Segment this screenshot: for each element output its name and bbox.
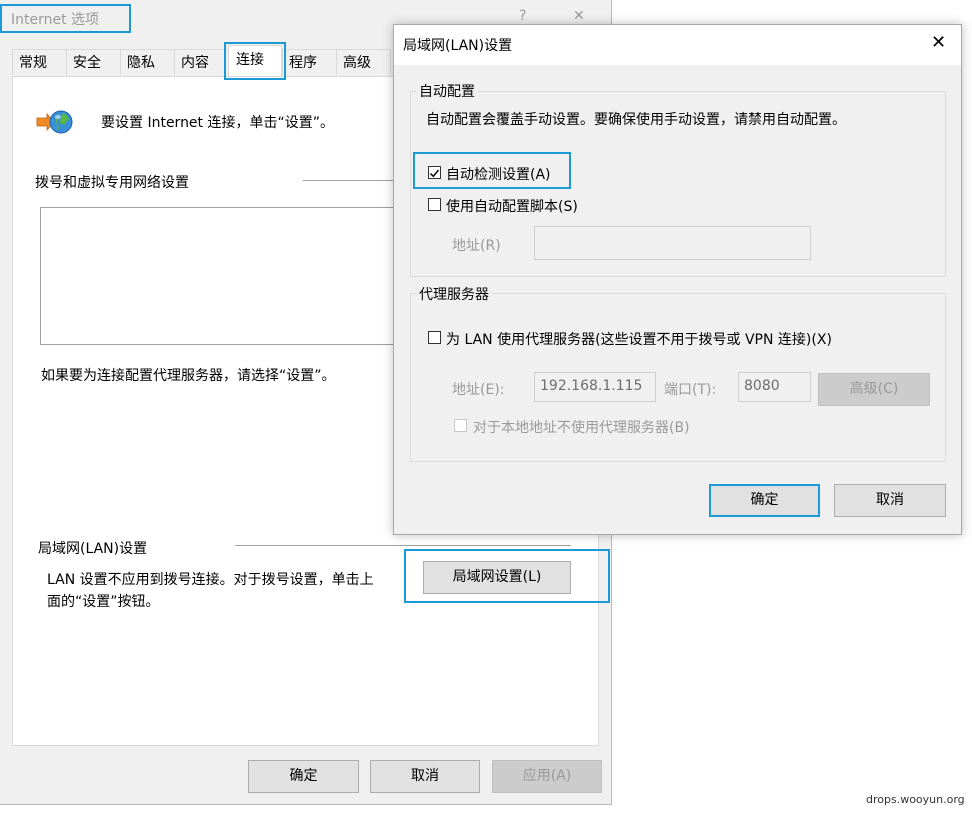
connection-list[interactable] xyxy=(40,207,400,345)
highlight-box xyxy=(413,152,571,189)
proxy-port-label: 端口(T): xyxy=(664,382,717,398)
proxy-address-input[interactable]: 192.168.1.115 xyxy=(534,372,656,402)
use-proxy-label[interactable]: 为 LAN 使用代理服务器(这些设置不用于拨号或 VPN 连接)(X) xyxy=(446,329,832,349)
dialog-title: 局域网(LAN)设置 xyxy=(403,38,513,54)
lan-cancel-button[interactable]: 取消 xyxy=(834,484,946,517)
lan-description-line1: LAN 设置不应用到拨号连接。对于拨号设置，单击上 xyxy=(47,572,374,588)
close-icon[interactable]: ✕ xyxy=(573,8,585,24)
bypass-local-checkbox[interactable] xyxy=(454,419,467,432)
script-address-label: 地址(R) xyxy=(452,238,501,254)
tab-advanced[interactable]: 高级 xyxy=(336,49,391,75)
use-proxy-checkbox[interactable] xyxy=(428,331,441,344)
proxy-hint-text: 如果要为连接配置代理服务器，请选择“设置”。 xyxy=(41,368,336,384)
dialog-titlebar: 局域网(LAN)设置 ✕ xyxy=(394,25,961,65)
help-button[interactable]: ? xyxy=(519,8,526,24)
advanced-button[interactable]: 高级(C) xyxy=(818,373,930,406)
tab-programs[interactable]: 程序 xyxy=(282,49,337,75)
auto-config-script-checkbox[interactable] xyxy=(428,198,441,211)
auto-config-description: 自动配置会覆盖手动设置。要确保使用手动设置，请禁用自动配置。 xyxy=(426,112,846,128)
watermark: drops.wooyun.org xyxy=(866,793,965,806)
cancel-button[interactable]: 取消 xyxy=(370,760,480,793)
auto-config-script-label[interactable]: 使用自动配置脚本(S) xyxy=(446,196,578,216)
proxy-server-legend: 代理服务器 xyxy=(416,284,492,304)
lan-section-title: 局域网(LAN)设置 xyxy=(38,541,148,557)
setup-instruction: 要设置 Internet 连接，单击“设置”。 xyxy=(101,115,334,131)
proxy-port-input[interactable]: 8080 xyxy=(738,372,811,402)
highlight-box xyxy=(224,42,286,80)
script-address-input[interactable] xyxy=(534,226,811,260)
globe-icon xyxy=(36,110,73,134)
proxy-address-label: 地址(E): xyxy=(452,382,505,398)
lan-settings-dialog: 局域网(LAN)设置 ✕ 自动配置 自动配置会覆盖手动设置。要确保使用手动设置，… xyxy=(393,24,962,535)
highlight-box xyxy=(0,4,131,33)
auto-config-legend: 自动配置 xyxy=(416,81,478,101)
dialup-section-title: 拨号和虚拟专用网络设置 xyxy=(35,175,189,191)
apply-button[interactable]: 应用(A) xyxy=(492,760,602,793)
divider xyxy=(235,545,571,546)
lan-ok-button[interactable]: 确定 xyxy=(709,484,820,517)
tab-general[interactable]: 常规 xyxy=(12,49,67,75)
tab-security[interactable]: 安全 xyxy=(66,49,121,75)
tab-content[interactable]: 内容 xyxy=(174,49,229,75)
bypass-local-label[interactable]: 对于本地地址不使用代理服务器(B) xyxy=(473,417,690,437)
close-icon[interactable]: ✕ xyxy=(931,32,946,53)
divider xyxy=(303,180,403,181)
ok-button[interactable]: 确定 xyxy=(248,760,359,793)
lan-description-line2: 面的“设置”按钮。 xyxy=(47,594,160,610)
highlight-box xyxy=(404,549,610,603)
tab-privacy[interactable]: 隐私 xyxy=(120,49,175,75)
